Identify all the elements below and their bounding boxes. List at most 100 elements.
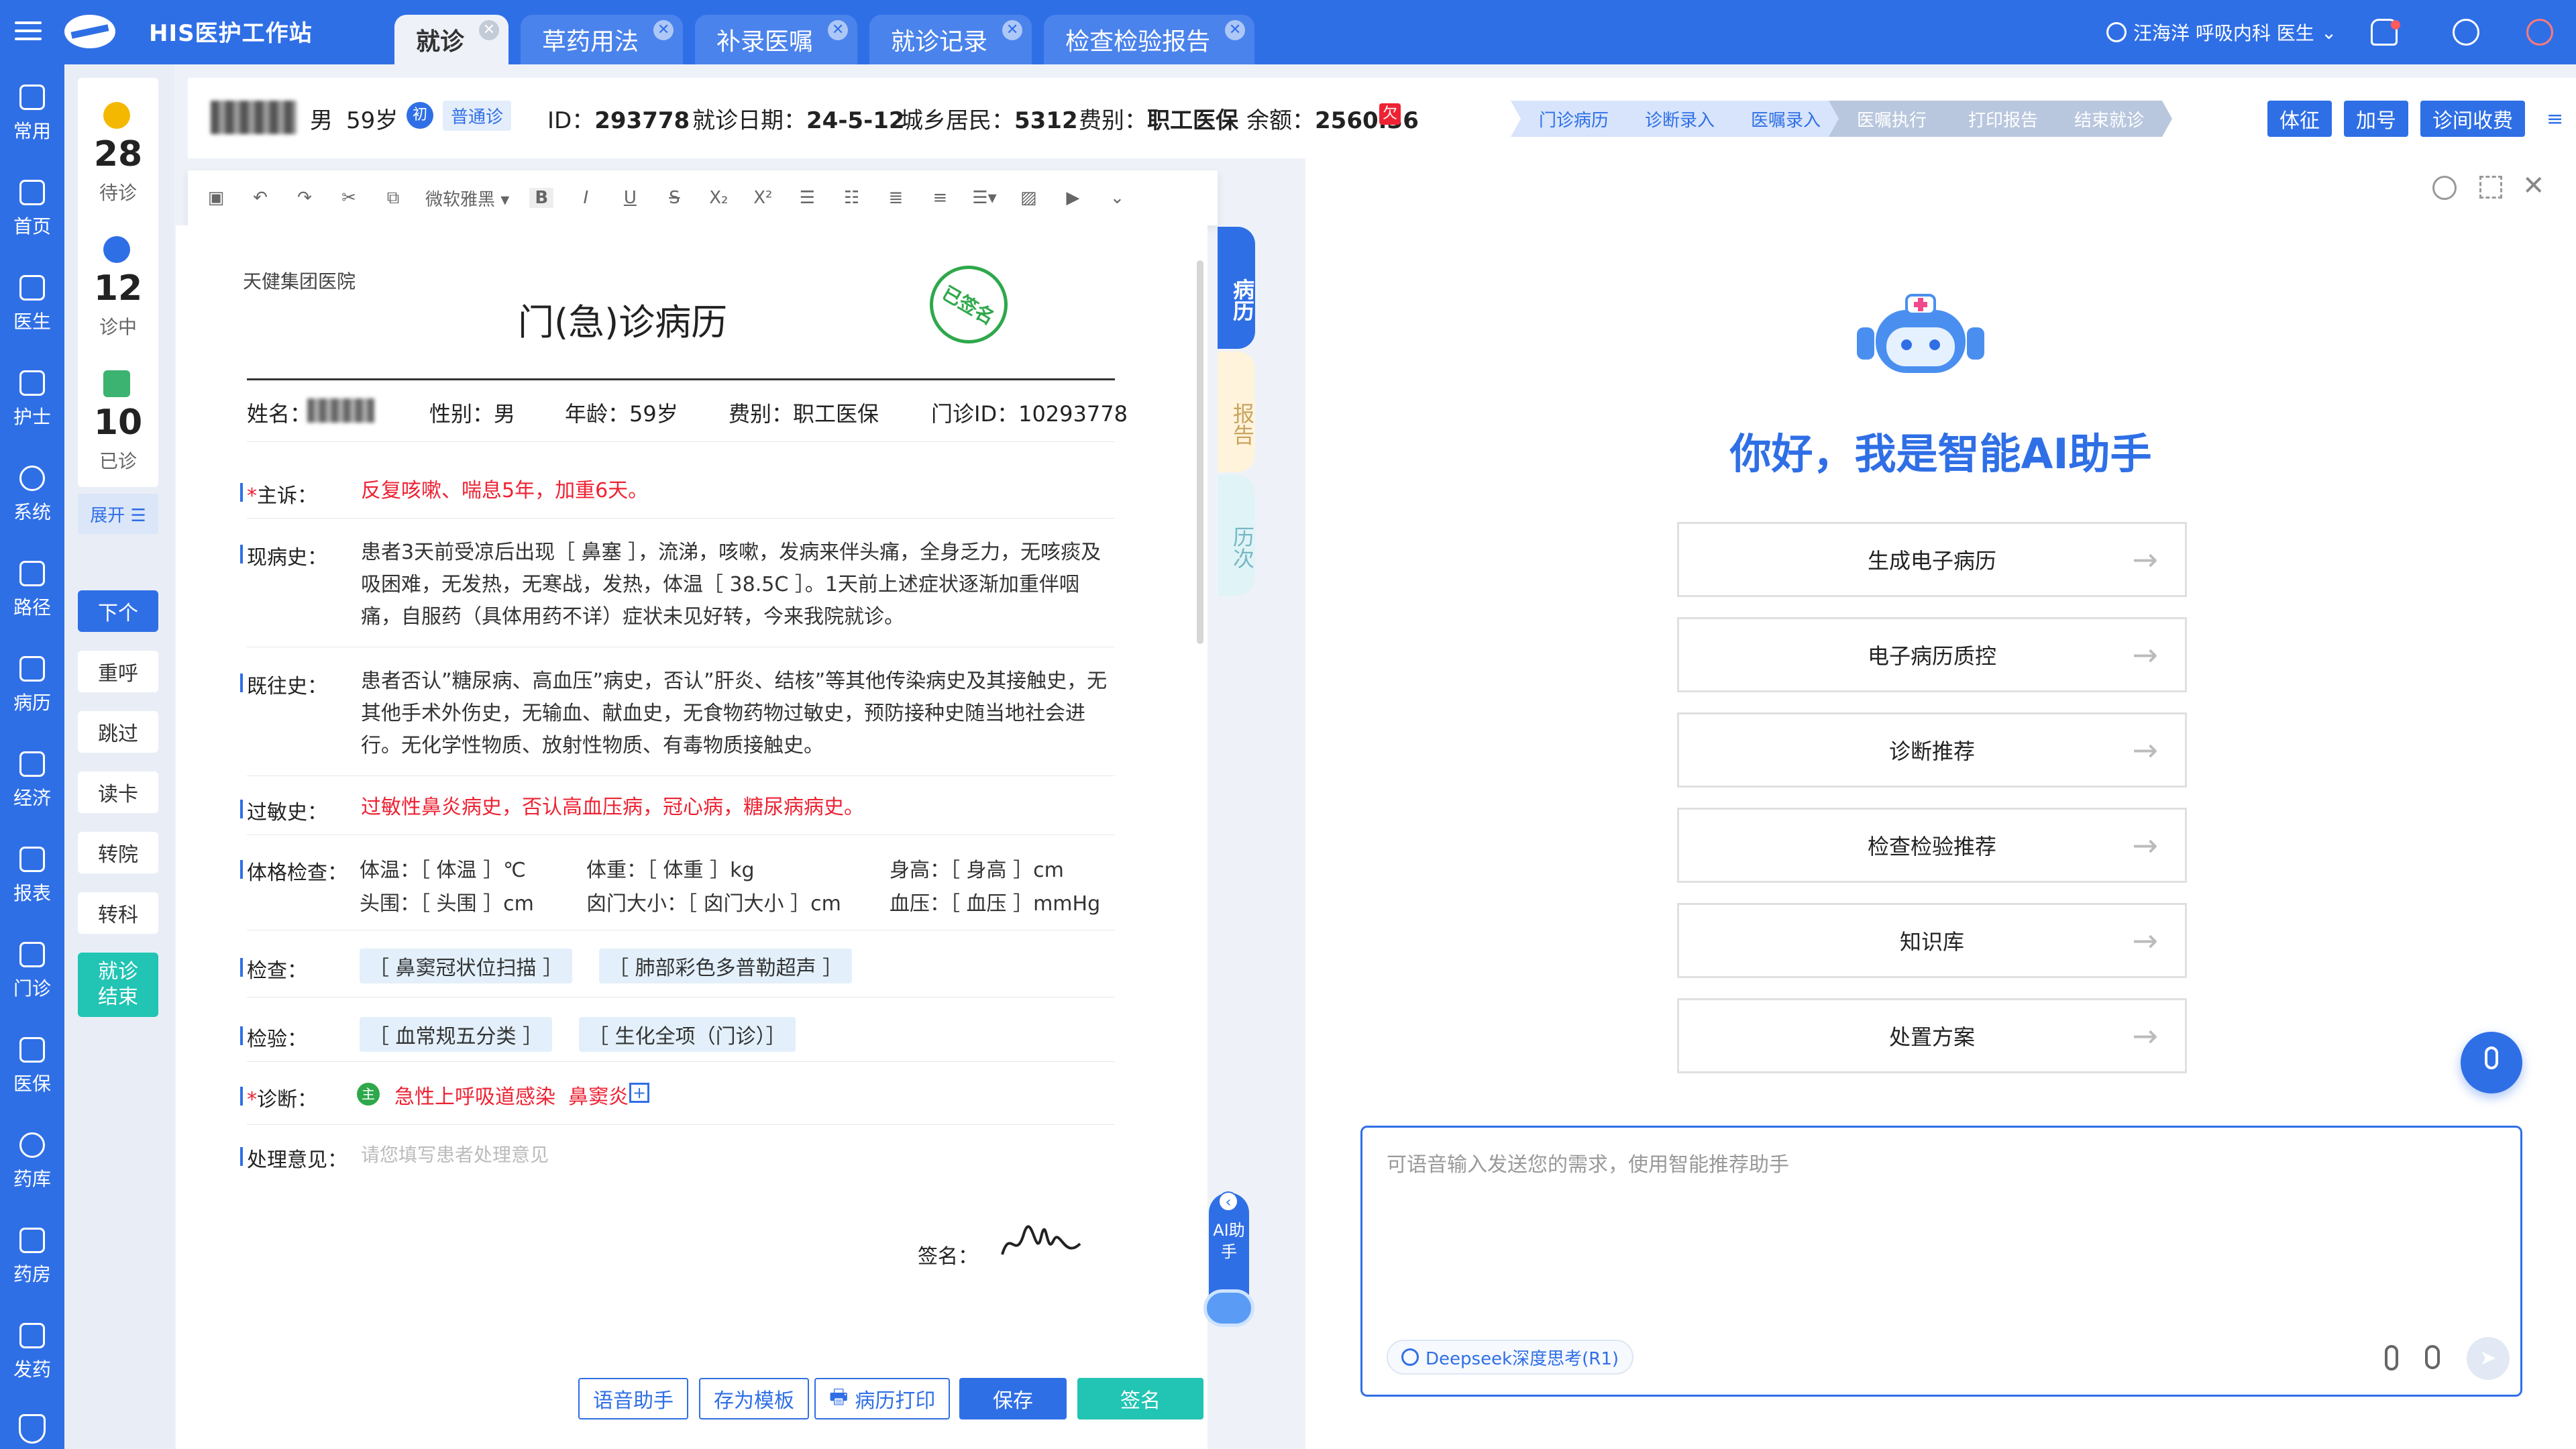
close-icon[interactable]: ✕ xyxy=(653,20,674,40)
nav-system[interactable]: 系统 xyxy=(0,453,64,534)
expand-toolbar-icon[interactable]: ⌄ xyxy=(1105,188,1129,208)
tab-exam-reports[interactable]: 检查检验报告 ✕ xyxy=(1044,15,1255,64)
diagnosis-value[interactable]: 急性上呼吸道感染 鼻窦炎 xyxy=(394,1080,629,1110)
close-icon[interactable]: ✕ xyxy=(479,20,500,40)
nav-pharmacy-store[interactable]: 药库 xyxy=(0,1120,64,1201)
font-select[interactable]: 微软雅黑 ▾ xyxy=(425,186,509,211)
microphone-icon[interactable] xyxy=(2425,1345,2440,1369)
settings-icon[interactable] xyxy=(2453,19,2479,46)
exam-temp[interactable]: 体温：［ 体温 ］℃ xyxy=(360,853,526,883)
expand-button[interactable]: 展开 ☰ xyxy=(78,494,158,534)
lab-item[interactable]: ［ 血常规五分类 ］ xyxy=(360,1017,553,1052)
save-icon[interactable]: ▣ xyxy=(204,188,228,208)
allergy-value[interactable]: 过敏性鼻炎病史，否认高血压病，冠心病，糖尿病病史。 xyxy=(361,792,1115,824)
nav-home[interactable]: 首页 xyxy=(0,168,64,248)
close-icon[interactable]: ✕ xyxy=(1002,20,1023,40)
step-outpatient-record[interactable]: 门诊病历 xyxy=(1511,101,1638,137)
tab-visit-records[interactable]: 就诊记录 ✕ xyxy=(869,15,1032,64)
voice-input-button[interactable] xyxy=(2461,1032,2522,1093)
done-count[interactable]: 10 xyxy=(78,402,158,443)
align-icon[interactable]: ☰▾ xyxy=(972,188,996,208)
attach-icon[interactable] xyxy=(2385,1345,2398,1371)
check-item[interactable]: ［ 鼻窦冠状位扫描 ］ xyxy=(360,949,573,983)
clinic-payment-button[interactable]: 诊间收费 xyxy=(2420,101,2525,137)
nav-report[interactable]: 报表 xyxy=(0,835,64,915)
bold-icon[interactable]: B xyxy=(529,188,554,208)
history-value[interactable]: 患者3天前受凉后出现［ 鼻塞 ］，流涕，咳嗽，发病来伴头痛，全身乏力，无咳痰及吸… xyxy=(361,537,1115,633)
ai-treatment-plan-button[interactable]: 处置方案 → xyxy=(1677,998,2187,1073)
strikethrough-icon[interactable]: S xyxy=(662,188,686,208)
nav-insurance[interactable]: 医保 xyxy=(0,1025,64,1106)
video-icon[interactable]: ▶ xyxy=(1061,188,1085,208)
inprogress-count[interactable]: 12 xyxy=(78,268,158,309)
close-icon[interactable]: ✕ xyxy=(1225,20,1246,40)
step-order-entry[interactable]: 医嘱录入 xyxy=(1723,101,1849,137)
close-icon[interactable]: ✕ xyxy=(828,20,849,40)
sign-button[interactable]: 签名 xyxy=(1077,1378,1203,1419)
collapse-chevron-icon[interactable]: ‹ xyxy=(1218,1191,1238,1212)
history-icon[interactable] xyxy=(2432,176,2457,200)
nav-nurse[interactable]: 护士 xyxy=(0,358,64,439)
tab-herbal[interactable]: 草药用法 ✕ xyxy=(521,15,684,64)
side-tab-report[interactable]: 报告 xyxy=(1218,352,1255,472)
treatment-input[interactable]: 请您填写患者处理意见 xyxy=(361,1140,549,1167)
end-visit-button[interactable]: 就诊结束 xyxy=(78,953,158,1017)
exam-fontanel[interactable]: 囟门大小：［ 囟门大小 ］cm xyxy=(586,887,841,916)
subscript-icon[interactable]: X₂ xyxy=(706,188,731,208)
nav-common[interactable]: 常用 xyxy=(0,72,64,153)
menu-icon[interactable] xyxy=(15,17,42,44)
step-print-report[interactable]: 打印报告 xyxy=(1940,101,2067,137)
read-card-button[interactable]: 读卡 xyxy=(78,771,158,813)
print-record-button[interactable]: 🖶 病历打印 xyxy=(814,1378,951,1419)
model-chip[interactable]: Deepseek深度思考(R1) xyxy=(1387,1340,1634,1375)
superscript-icon[interactable]: X² xyxy=(751,188,775,208)
exam-head[interactable]: 头围：［ 头围 ］cm xyxy=(360,887,534,916)
bullet-list-icon[interactable]: ☰ xyxy=(795,188,819,208)
add-diagnosis-icon[interactable]: + xyxy=(629,1083,649,1103)
vitals-button[interactable]: 体征 xyxy=(2267,101,2332,137)
add-number-button[interactable]: 加号 xyxy=(2344,101,2408,137)
recall-button[interactable]: 重呼 xyxy=(78,651,158,692)
save-template-button[interactable]: 存为模板 xyxy=(699,1378,809,1419)
ai-generate-emr-button[interactable]: 生成电子病历 → xyxy=(1677,522,2187,597)
underline-icon[interactable]: U xyxy=(618,188,642,208)
image-icon[interactable]: ▨ xyxy=(1016,188,1040,208)
undo-icon[interactable]: ↶ xyxy=(248,188,272,208)
nav-outpatient[interactable]: 门诊 xyxy=(0,930,64,1010)
nav-finance[interactable]: 经济 xyxy=(0,739,64,820)
ai-chat-input-box[interactable]: 可语音输入发送您的需求，使用智能推荐助手 Deepseek深度思考(R1) ➤ xyxy=(1360,1126,2522,1397)
fullscreen-icon[interactable] xyxy=(2479,176,2502,199)
ai-emr-qc-button[interactable]: 电子病历质控 → xyxy=(1677,617,2187,692)
nav-record[interactable]: 病历 xyxy=(0,644,64,724)
outdent-icon[interactable]: ≡ xyxy=(928,188,952,208)
voice-assistant-button[interactable]: 语音助手 xyxy=(578,1378,688,1419)
shield-icon[interactable] xyxy=(19,1414,46,1444)
ai-exam-recommend-button[interactable]: 检查检验推荐 → xyxy=(1677,808,2187,883)
next-patient-button[interactable]: 下个 xyxy=(78,590,158,632)
lab-item[interactable]: ［ 生化全项（门诊）］ xyxy=(579,1017,796,1052)
step-end-visit[interactable]: 结束就诊 xyxy=(2046,101,2173,137)
ai-knowledge-base-button[interactable]: 知识库 → xyxy=(1677,903,2187,978)
document-scrollbar[interactable] xyxy=(1197,260,1203,644)
complaint-value[interactable]: 反复咳嗽、喘息5年，加重6天。 xyxy=(361,475,1115,507)
exam-bp[interactable]: 血压：［ 血压 ］mmHg xyxy=(890,887,1100,916)
past-history-value[interactable]: 患者否认”糖尿病、高血压”病史，否认”肝炎、结核”等其他传染病史及其接触史，无其… xyxy=(361,665,1115,762)
skip-button[interactable]: 跳过 xyxy=(78,711,158,753)
send-button[interactable]: ➤ xyxy=(2467,1337,2510,1380)
power-icon[interactable] xyxy=(2526,19,2553,46)
side-tab-record[interactable]: 病历 xyxy=(1218,227,1255,349)
check-item[interactable]: ［ 肺部彩色多普勒超声 ］ xyxy=(599,949,853,983)
step-diagnosis-entry[interactable]: 诊断录入 xyxy=(1617,101,1743,137)
transfer-hospital-button[interactable]: 转院 xyxy=(78,832,158,873)
waiting-count[interactable]: 28 xyxy=(78,134,158,174)
user-menu[interactable]: 汪海洋 呼吸内科 医生 ⌄ xyxy=(2106,19,2337,46)
exam-height[interactable]: 身高：［ 身高 ］cm xyxy=(890,853,1064,883)
exam-weight[interactable]: 体重：［ 体重 ］kg xyxy=(586,853,755,883)
cut-icon[interactable]: ✂ xyxy=(337,188,361,208)
step-order-execution[interactable]: 医嘱执行 xyxy=(1829,101,1955,137)
redo-icon[interactable]: ↷ xyxy=(292,188,317,208)
nav-dispense[interactable]: 发药 xyxy=(0,1311,64,1391)
transfer-department-button[interactable]: 转科 xyxy=(78,892,158,934)
nav-pharmacy[interactable]: 药房 xyxy=(0,1216,64,1296)
tab-supplement-orders[interactable]: 补录医嘱 ✕ xyxy=(695,15,858,64)
